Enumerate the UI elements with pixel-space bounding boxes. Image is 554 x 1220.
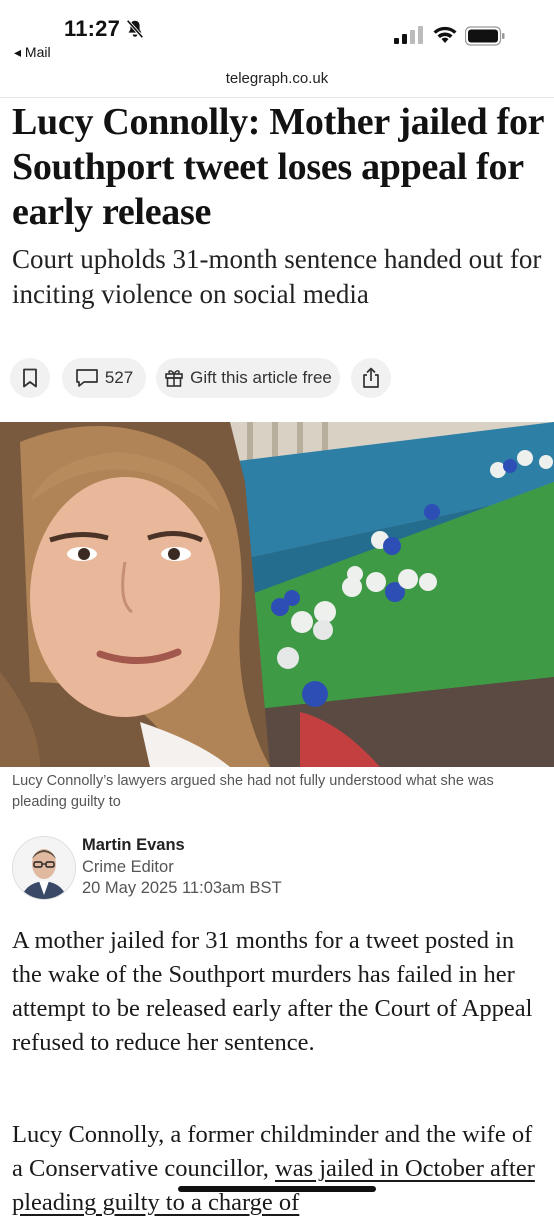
share-button[interactable] [351, 358, 391, 398]
status-time: 11:27 [64, 16, 121, 41]
address-bar-divider [0, 97, 554, 98]
author-avatar[interactable] [12, 836, 76, 900]
status-bar: 11:27 ◂ Mail [0, 0, 554, 68]
image-caption: Lucy Connolly’s lawyers argued she had n… [12, 773, 494, 810]
wifi-icon [433, 26, 457, 43]
home-indicator[interactable] [178, 1186, 376, 1192]
battery-icon [465, 26, 505, 46]
comments-count: 527 [104, 368, 134, 387]
comments-button[interactable]: 527 [62, 358, 146, 398]
gift-article-label: Gift this article free [190, 368, 332, 387]
publish-date: 20 May 2025 11:03am BST [82, 879, 282, 897]
article-paragraph-2: Lucy Connolly, a former childminder and … [12, 1118, 542, 1220]
share-icon [363, 367, 379, 388]
article-standfirst: Court upholds 31-month sentence handed o… [12, 244, 542, 309]
bell-muted-icon [126, 19, 144, 39]
back-to-mail-link[interactable]: ◂ Mail [14, 44, 51, 61]
gift-article-button[interactable]: Gift this article free [156, 358, 340, 398]
gift-icon [165, 370, 183, 387]
author-name[interactable]: Martin Evans [82, 836, 185, 855]
address-bar[interactable]: telegraph.co.uk [0, 68, 554, 98]
save-article-button[interactable] [10, 358, 50, 398]
article-paragraph-1: A mother jailed for 31 months for a twee… [12, 927, 533, 1056]
author-role: Crime Editor [82, 858, 174, 876]
bookmark-icon [23, 368, 37, 388]
article-hero-image[interactable] [0, 422, 554, 767]
comment-icon [75, 369, 98, 387]
cellular-signal-icon [394, 26, 423, 44]
article-headline: Lucy Connolly: Mother jailed for Southpo… [12, 101, 544, 233]
author-photo [13, 837, 75, 899]
